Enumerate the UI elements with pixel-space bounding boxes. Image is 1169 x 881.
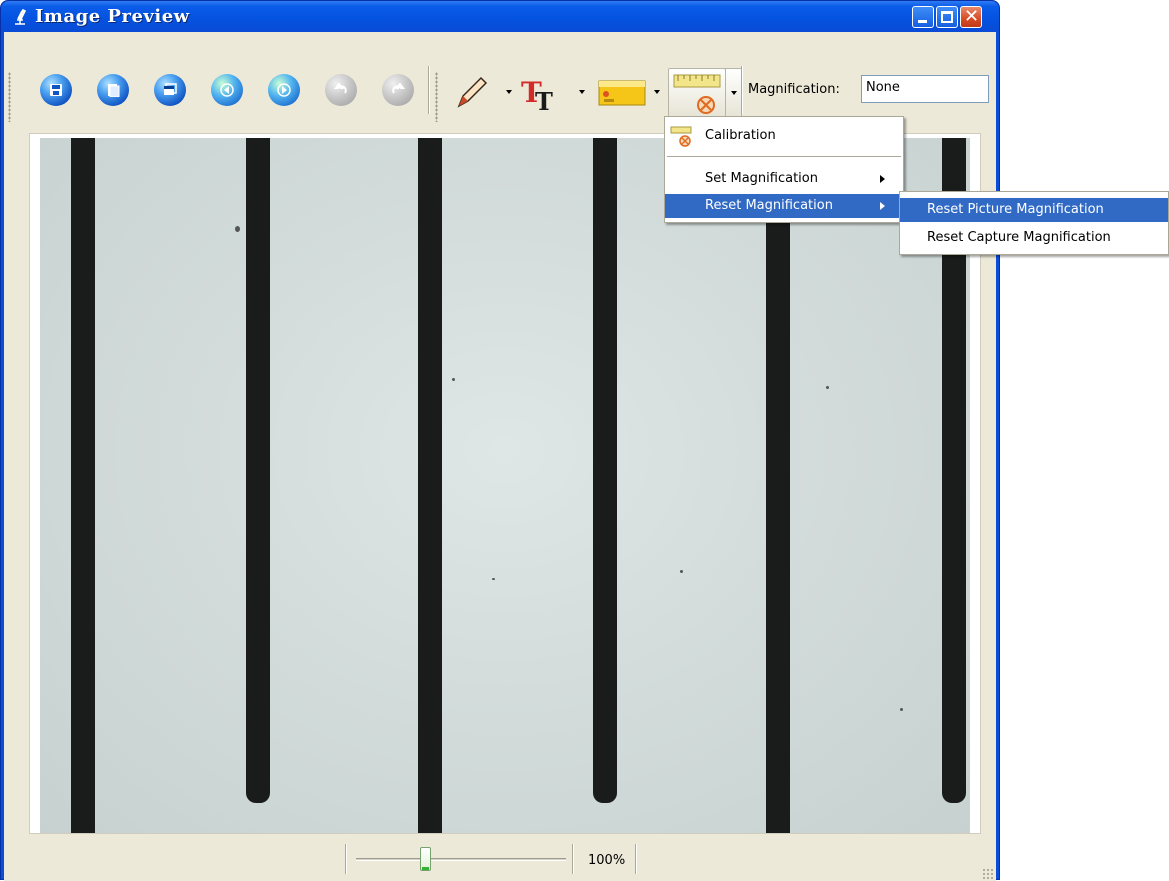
menu-item-reset-capture-magnification[interactable]: Reset Capture Magnification bbox=[900, 226, 1168, 250]
copy-document-icon bbox=[108, 84, 120, 97]
menu-separator bbox=[667, 156, 901, 157]
zoom-divider bbox=[635, 844, 637, 874]
toolbar-separator bbox=[741, 66, 743, 114]
menu-item-reset-picture-magnification[interactable]: Reset Picture Magnification bbox=[900, 198, 1168, 222]
toolbar-separator bbox=[428, 66, 430, 114]
floppy-disk-icon bbox=[50, 84, 62, 96]
toolbar-grip[interactable] bbox=[435, 72, 438, 122]
zoom-slider-track[interactable] bbox=[356, 858, 566, 861]
calibration-dropdown-button[interactable] bbox=[725, 68, 742, 120]
submenu-arrow-icon bbox=[880, 175, 885, 183]
dust-speck bbox=[680, 570, 683, 573]
window-title: Image Preview bbox=[35, 6, 190, 27]
ruler-icon bbox=[598, 80, 646, 106]
measure-dropdown-arrow[interactable] bbox=[654, 90, 660, 94]
menu-item-reset-magnification[interactable]: Reset Magnification bbox=[665, 194, 903, 218]
full-screen-button[interactable] bbox=[154, 74, 186, 106]
text-dropdown-arrow[interactable] bbox=[579, 90, 585, 94]
calibration-dropdown-arrow bbox=[731, 91, 737, 95]
menu-item-calibration[interactable]: Calibration bbox=[665, 122, 903, 150]
ruler-line bbox=[766, 138, 790, 833]
microscope-image[interactable] bbox=[40, 138, 970, 833]
ruler-line bbox=[418, 138, 442, 833]
submenu-arrow-icon bbox=[880, 202, 885, 210]
menu-item-set-magnification[interactable]: Set Magnification bbox=[665, 167, 903, 191]
calibration-button[interactable] bbox=[668, 68, 726, 120]
resize-grip[interactable] bbox=[982, 868, 994, 880]
dust-speck bbox=[826, 386, 829, 389]
arrow-left-icon bbox=[220, 83, 234, 97]
measure-button[interactable] bbox=[598, 80, 646, 106]
calibration-icon bbox=[670, 126, 692, 147]
zoom-slider-thumb[interactable] bbox=[420, 847, 431, 871]
redo-icon bbox=[392, 83, 405, 94]
ruler-line bbox=[593, 138, 617, 803]
ruler-line bbox=[246, 138, 270, 803]
dust-speck bbox=[900, 708, 903, 711]
redo-button[interactable] bbox=[382, 74, 414, 106]
undo-button[interactable] bbox=[325, 74, 357, 106]
next-button[interactable] bbox=[268, 74, 300, 106]
window-icon bbox=[164, 83, 177, 95]
menu-item-label: Reset Picture Magnification bbox=[927, 202, 1104, 217]
pencil-icon[interactable] bbox=[453, 74, 489, 110]
dust-speck bbox=[452, 378, 455, 381]
dust-speck bbox=[492, 578, 495, 580]
text-button[interactable]: T T bbox=[521, 74, 563, 116]
zoom-bar: 100% bbox=[4, 840, 996, 881]
ruler-line bbox=[71, 138, 95, 833]
ruler-calibration-icon bbox=[673, 74, 721, 114]
arrow-right-icon bbox=[277, 83, 291, 97]
calibration-menu: Calibration Set Magnification Reset Magn… bbox=[664, 116, 904, 223]
undo-icon bbox=[334, 83, 347, 94]
image-panel[interactable] bbox=[29, 133, 981, 834]
minimize-button[interactable] bbox=[912, 6, 934, 28]
toolbar: T T Magnification: None bbox=[4, 32, 996, 124]
zoom-divider bbox=[345, 844, 347, 874]
minimize-icon bbox=[918, 20, 927, 23]
close-icon: ✕ bbox=[964, 6, 980, 27]
draw-dropdown-arrow[interactable] bbox=[506, 90, 512, 94]
svg-text:T: T bbox=[535, 87, 553, 114]
magnification-label: Magnification: bbox=[748, 82, 840, 97]
magnification-field[interactable]: None bbox=[861, 75, 989, 103]
title-bar[interactable]: Image Preview ✕ bbox=[1, 1, 999, 32]
menu-item-label: Set Magnification bbox=[705, 171, 818, 186]
zoom-level: 100% bbox=[588, 853, 626, 868]
microscope-icon bbox=[15, 8, 27, 25]
zoom-divider bbox=[572, 844, 574, 874]
text-tt-icon: T T bbox=[521, 76, 553, 116]
menu-item-label: Calibration bbox=[705, 128, 776, 143]
previous-button[interactable] bbox=[211, 74, 243, 106]
save-button[interactable] bbox=[40, 74, 72, 106]
copy-button[interactable] bbox=[97, 74, 129, 106]
menu-item-label: Reset Magnification bbox=[705, 198, 833, 213]
toolbar-grip[interactable] bbox=[8, 72, 11, 122]
reset-magnification-submenu: Reset Picture Magnification Reset Captur… bbox=[899, 191, 1169, 255]
dust-speck bbox=[235, 226, 240, 232]
maximize-icon bbox=[941, 11, 953, 23]
close-button[interactable]: ✕ bbox=[960, 6, 982, 28]
menu-item-label: Reset Capture Magnification bbox=[927, 230, 1111, 245]
maximize-button[interactable] bbox=[936, 6, 958, 28]
